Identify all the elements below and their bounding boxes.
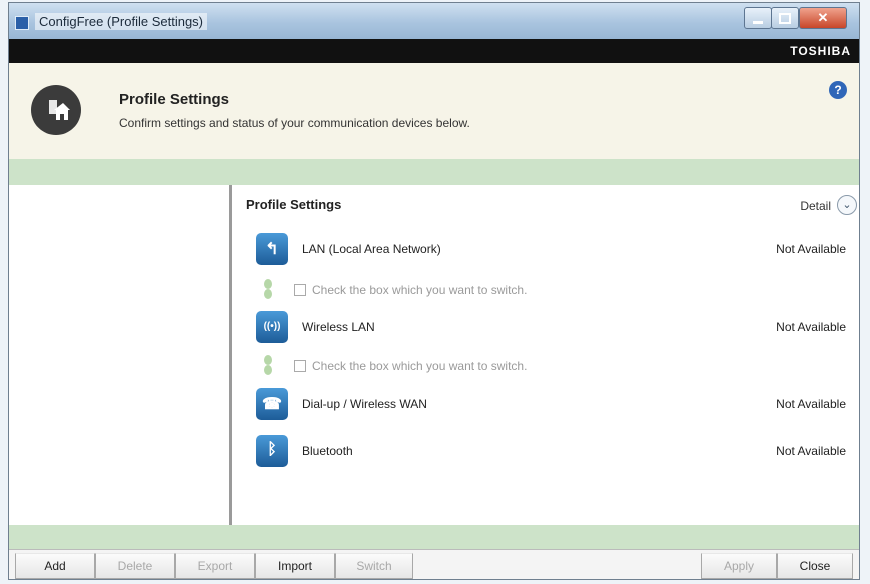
- export-button[interactable]: Export: [175, 553, 255, 579]
- device-row-bluetooth: ᛒ Bluetooth Not Available: [256, 435, 846, 469]
- switch-button[interactable]: Switch: [335, 553, 413, 579]
- device-label: Wireless LAN: [302, 320, 375, 334]
- switch-row: Check the box which you want to switch.: [262, 355, 822, 377]
- close-button[interactable]: Close: [777, 553, 853, 579]
- top-separator-band: [9, 159, 859, 185]
- brand-bar: TOSHIBA: [9, 39, 859, 63]
- bluetooth-icon: ᛒ: [256, 435, 288, 467]
- toshiba-logo: TOSHIBA: [790, 44, 851, 58]
- profile-list-pane[interactable]: [9, 185, 229, 525]
- device-status: Not Available: [776, 397, 846, 411]
- maximize-icon: [772, 10, 798, 31]
- lan-icon: ↰: [256, 233, 288, 265]
- switch-checkbox[interactable]: [294, 360, 306, 372]
- switch-hint: Check the box which you want to switch.: [312, 359, 528, 373]
- switch-link-icon: [264, 355, 272, 375]
- device-label: LAN (Local Area Network): [302, 242, 441, 256]
- profile-settings-icon: [31, 85, 81, 135]
- device-status: Not Available: [776, 242, 846, 256]
- detail-label[interactable]: Detail: [800, 199, 831, 213]
- app-icon: [15, 16, 29, 30]
- page-subtitle: Confirm settings and status of your comm…: [119, 116, 470, 130]
- minimize-button[interactable]: [744, 7, 772, 29]
- footer-toolbar: Add Delete Export Import Switch Apply Cl…: [9, 549, 859, 579]
- apply-button[interactable]: Apply: [701, 553, 777, 579]
- dialup-wan-icon: ☎: [256, 388, 288, 420]
- help-icon[interactable]: ?: [829, 81, 847, 99]
- settings-pane: Profile Settings Detail ⌄ ↰ LAN (Local A…: [232, 185, 859, 525]
- device-label: Dial-up / Wireless WAN: [302, 397, 427, 411]
- section-title: Profile Settings: [246, 197, 342, 212]
- close-icon: ✕: [817, 10, 829, 25]
- device-row-dialup-wan: ☎ Dial-up / Wireless WAN Not Available: [256, 388, 846, 422]
- title-bar[interactable]: ConfigFree (Profile Settings) ✕: [9, 3, 859, 39]
- device-row-lan: ↰ LAN (Local Area Network) Not Available: [256, 233, 846, 267]
- device-row-wireless-lan: ((•)) Wireless LAN Not Available: [256, 311, 846, 345]
- delete-button[interactable]: Delete: [95, 553, 175, 579]
- switch-link-icon: [264, 279, 272, 299]
- add-button[interactable]: Add: [15, 553, 95, 579]
- window-title: ConfigFree (Profile Settings): [35, 13, 208, 30]
- house-icon: [49, 100, 70, 120]
- switch-hint: Check the box which you want to switch.: [312, 283, 528, 297]
- maximize-button[interactable]: [771, 7, 799, 29]
- minimize-icon: [745, 10, 771, 31]
- chevron-down-icon[interactable]: ⌄: [837, 195, 857, 215]
- page-title: Profile Settings: [119, 91, 230, 108]
- import-button[interactable]: Import: [255, 553, 335, 579]
- switch-checkbox[interactable]: [294, 284, 306, 296]
- device-label: Bluetooth: [302, 444, 353, 458]
- close-window-button[interactable]: ✕: [799, 7, 847, 29]
- bottom-separator-band: [9, 525, 859, 549]
- wireless-lan-icon: ((•)): [256, 311, 288, 343]
- device-status: Not Available: [776, 444, 846, 458]
- switch-row: Check the box which you want to switch.: [262, 279, 822, 301]
- page-header: Profile Settings Confirm settings and st…: [9, 63, 859, 159]
- device-status: Not Available: [776, 320, 846, 334]
- configfree-window: ConfigFree (Profile Settings) ✕ TOSHIBA: [8, 2, 860, 580]
